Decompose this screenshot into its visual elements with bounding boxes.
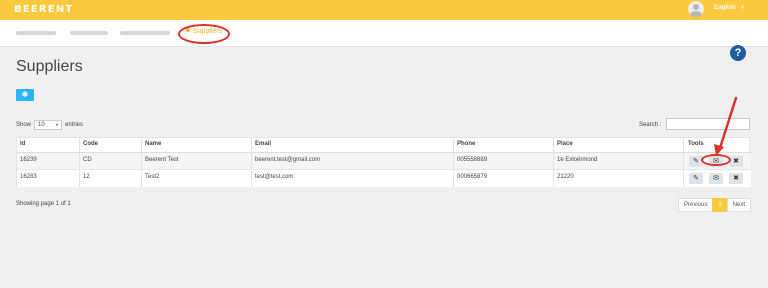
chevron-down-icon[interactable]: ▼ xyxy=(740,5,745,11)
user-avatar[interactable] xyxy=(688,1,704,17)
gear-icon: ✱ xyxy=(21,90,29,99)
column-divider xyxy=(141,138,142,187)
cell-phone: 005558889 xyxy=(457,157,488,163)
column-divider xyxy=(683,138,684,187)
column-divider xyxy=(553,138,554,187)
cell-code: 12 xyxy=(83,174,90,180)
column-divider xyxy=(453,138,454,187)
mail-icon[interactable]: ✉ xyxy=(709,173,723,184)
table-row[interactable] xyxy=(17,170,751,187)
annotation-arrow xyxy=(714,96,738,156)
app-logo[interactable]: BEERENT xyxy=(14,4,73,15)
column-header-phone[interactable]: Phone xyxy=(457,141,475,147)
entries-value: 10 xyxy=(38,122,45,128)
cell-id: 16239 xyxy=(20,157,37,163)
search-label: Search : xyxy=(639,122,662,128)
cell-name: Beerent Test xyxy=(145,157,179,163)
pagination: Previous 1 Next xyxy=(678,198,752,212)
delete-icon[interactable]: ✖ xyxy=(729,173,743,184)
help-icon[interactable]: ? xyxy=(730,45,746,61)
edit-icon[interactable]: ✎ xyxy=(689,173,703,184)
entries-label: entries xyxy=(65,122,84,128)
cell-place: 1e Exloërmond xyxy=(557,157,598,163)
page-1-button[interactable]: 1 xyxy=(712,198,728,212)
pagination-info: Showing page 1 of 1 xyxy=(16,201,71,207)
language-selector[interactable]: English xyxy=(714,5,736,11)
column-header-name[interactable]: Name xyxy=(145,141,161,147)
page-title: Suppliers xyxy=(16,58,83,75)
top-navbar: BEERENT English ▼ xyxy=(0,0,768,20)
cell-id: 16283 xyxy=(20,174,37,180)
previous-button[interactable]: Previous xyxy=(678,198,714,212)
avatar-head xyxy=(693,4,699,10)
breadcrumb-item-blurred[interactable] xyxy=(16,31,56,35)
add-supplier-button[interactable]: ✱ xyxy=(16,89,34,101)
avatar-body xyxy=(690,11,702,17)
chevron-down-icon: ▾ xyxy=(55,122,58,127)
cell-email: test@test.com xyxy=(255,174,294,180)
breadcrumb: Suppliers ? xyxy=(0,20,768,61)
entries-select[interactable]: 10 ▾ xyxy=(34,120,62,130)
header-divider xyxy=(17,152,751,153)
cell-place: 21220 xyxy=(557,174,574,180)
suppliers-table: Id Code Name Email Phone Place Tools 162… xyxy=(16,137,751,187)
cell-code: CD xyxy=(83,157,92,163)
column-divider xyxy=(251,138,252,187)
next-button[interactable]: Next xyxy=(726,198,752,212)
column-divider xyxy=(79,138,80,187)
table-row[interactable] xyxy=(17,153,751,169)
breadcrumb-item-blurred[interactable] xyxy=(120,31,170,35)
column-header-id[interactable]: Id xyxy=(20,141,25,147)
breadcrumb-item-blurred[interactable] xyxy=(70,31,108,35)
column-header-place[interactable]: Place xyxy=(557,141,573,147)
column-header-code[interactable]: Code xyxy=(83,141,98,147)
cell-name: Test2 xyxy=(145,174,160,180)
annotation-circle-breadcrumb xyxy=(178,24,230,44)
cell-email: beerent.test@gmail.com xyxy=(255,157,321,163)
column-header-email[interactable]: Email xyxy=(255,141,271,147)
show-label: Show xyxy=(16,122,32,128)
cell-phone: 000665879 xyxy=(457,174,488,180)
